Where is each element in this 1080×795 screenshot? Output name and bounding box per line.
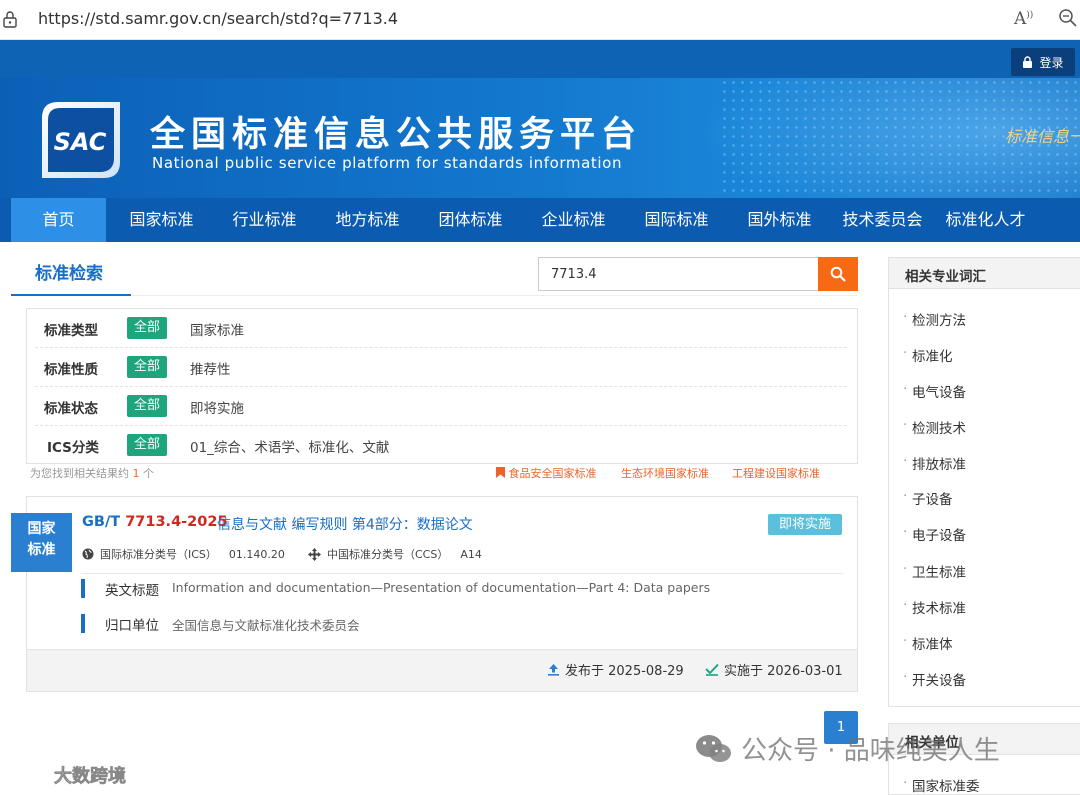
- nav-item-group[interactable]: 团体标准: [423, 198, 518, 242]
- nav-item-local[interactable]: 地方标准: [320, 198, 415, 242]
- filter-all-button[interactable]: 全部: [127, 356, 167, 378]
- wechat-icon: [696, 734, 731, 762]
- filter-all-button[interactable]: 全部: [127, 395, 167, 417]
- brand-logo-icon: [8, 768, 46, 782]
- filter-row-type: 标准类型 全部 国家标准: [27, 309, 857, 348]
- status-badge: 即将实施: [768, 514, 842, 535]
- search-icon: [830, 266, 846, 282]
- filter-value[interactable]: 即将实施: [190, 397, 244, 417]
- related-term[interactable]: 标准化: [903, 345, 952, 365]
- ccs-meta: 中国标准分类号（CCS） A14: [308, 546, 482, 562]
- quick-link-food[interactable]: 食品安全国家标准: [496, 465, 597, 481]
- login-label: 登录: [1039, 55, 1064, 70]
- filter-label: 标准状态: [44, 401, 98, 417]
- section-title: 标准检索: [35, 264, 103, 284]
- url-text[interactable]: https://std.samr.gov.cn/search/std?q=771…: [38, 9, 398, 28]
- sac-logo[interactable]: SAC: [40, 100, 122, 180]
- filter-all-button[interactable]: 全部: [127, 434, 167, 456]
- filter-panel: 标准类型 全部 国家标准 标准性质 全部 推荐性 标准状态 全部 即将实施 IC…: [26, 308, 858, 464]
- zoom-icon[interactable]: [1058, 8, 1078, 28]
- nav-item-committee[interactable]: 技术委员会: [835, 198, 930, 242]
- row-marker: [81, 614, 85, 633]
- svg-text:SAC: SAC: [54, 128, 107, 156]
- related-term[interactable]: 卫生标准: [903, 561, 966, 581]
- main-nav: 首页 国家标准 行业标准 地方标准 团体标准 企业标准 国际标准 国外标准 技术…: [0, 198, 1080, 242]
- related-term[interactable]: 技术标准: [903, 597, 966, 617]
- nav-item-foreign[interactable]: 国外标准: [732, 198, 827, 242]
- related-terms-header: 相关专业词汇: [889, 258, 1080, 289]
- search-button[interactable]: [818, 257, 858, 291]
- check-icon: [705, 663, 719, 676]
- site-title: 全国标准信息公共服务平台: [150, 115, 643, 155]
- nav-item-industry[interactable]: 行业标准: [217, 198, 312, 242]
- publish-date: 发布于 2025-08-29: [547, 660, 684, 679]
- related-term[interactable]: 开关设备: [903, 669, 966, 689]
- nav-item-national[interactable]: 国家标准: [114, 198, 209, 242]
- effective-date: 实施于 2026-03-01: [705, 660, 843, 679]
- upload-icon: [548, 664, 559, 676]
- filter-value[interactable]: 01_综合、术语学、标准化、文献: [190, 436, 389, 456]
- filter-row-status: 标准状态 全部 即将实施: [27, 387, 857, 426]
- banner-slogan: 标准信息一: [1005, 127, 1080, 146]
- nav-item-enterprise[interactable]: 企业标准: [526, 198, 621, 242]
- national-standard-badge: 国家 标准: [11, 513, 72, 572]
- login-button[interactable]: 登录: [1011, 48, 1075, 76]
- lock-icon: [1023, 56, 1033, 68]
- english-title-value: Information and documentation—Presentati…: [172, 580, 711, 595]
- row-marker: [81, 579, 85, 598]
- wechat-watermark: 公众号 · 品味纯美人生: [695, 730, 1000, 767]
- ics-meta: 国际标准分类号（ICS） 01.140.20: [82, 546, 285, 562]
- filter-value[interactable]: 推荐性: [190, 358, 231, 378]
- english-title-label: 英文标题: [105, 583, 159, 599]
- read-aloud-icon[interactable]: A)): [1014, 9, 1033, 29]
- nav-item-home[interactable]: 首页: [11, 198, 106, 242]
- related-term[interactable]: 标准体: [903, 633, 952, 653]
- related-term[interactable]: 子设备: [903, 488, 952, 508]
- filter-label: 标准类型: [44, 323, 98, 339]
- search-input[interactable]: [538, 257, 819, 291]
- divider: [81, 573, 843, 574]
- standard-title-link[interactable]: 信息与文献 编写规则 第4部分：数据论文: [217, 514, 473, 534]
- related-term[interactable]: 检测方法: [903, 309, 966, 329]
- filter-row-nature: 标准性质 全部 推荐性: [27, 348, 857, 387]
- nav-item-international[interactable]: 国际标准: [629, 198, 724, 242]
- site-subtitle: National public service platform for sta…: [152, 154, 623, 172]
- bookmark-icon: [496, 467, 505, 478]
- standard-code-link[interactable]: GB/T 7713.4-2025: [82, 514, 228, 530]
- site-banner: SAC 全国标准信息公共服务平台 National public service…: [0, 78, 1080, 198]
- browser-address-bar[interactable]: https://std.samr.gov.cn/search/std?q=771…: [0, 0, 1080, 40]
- quick-link-ecology[interactable]: 生态环境国家标准: [621, 465, 709, 481]
- move-arrows-icon: [308, 547, 321, 561]
- owner-label: 归口单位: [105, 618, 159, 634]
- quick-link-engineering[interactable]: 工程建设国家标准: [732, 465, 820, 481]
- top-strip: [0, 40, 1080, 78]
- filter-label: 标准性质: [44, 362, 98, 378]
- related-term[interactable]: 排放标准: [903, 453, 966, 473]
- filter-value[interactable]: 国家标准: [190, 319, 244, 339]
- result-count: 为您找到相关结果约 1 个: [30, 467, 154, 480]
- brand-watermark: 大数跨境: [8, 762, 126, 788]
- section-underline: [11, 294, 131, 296]
- related-term[interactable]: 电气设备: [903, 381, 966, 401]
- globe-icon: [82, 548, 94, 560]
- filter-label: ICS分类: [47, 440, 99, 456]
- related-unit[interactable]: 国家标准委: [903, 775, 979, 795]
- lock-icon[interactable]: [2, 10, 18, 28]
- owner-value: 全国信息与文献标准化技术委员会: [172, 618, 360, 633]
- related-term[interactable]: 电子设备: [903, 524, 966, 544]
- section-rule: [131, 295, 858, 296]
- filter-row-ics: ICS分类 全部 01_综合、术语学、标准化、文献: [27, 426, 857, 465]
- related-term[interactable]: 检测技术: [903, 417, 966, 437]
- nav-item-talent[interactable]: 标准化人才: [938, 198, 1033, 242]
- filter-all-button[interactable]: 全部: [127, 317, 167, 339]
